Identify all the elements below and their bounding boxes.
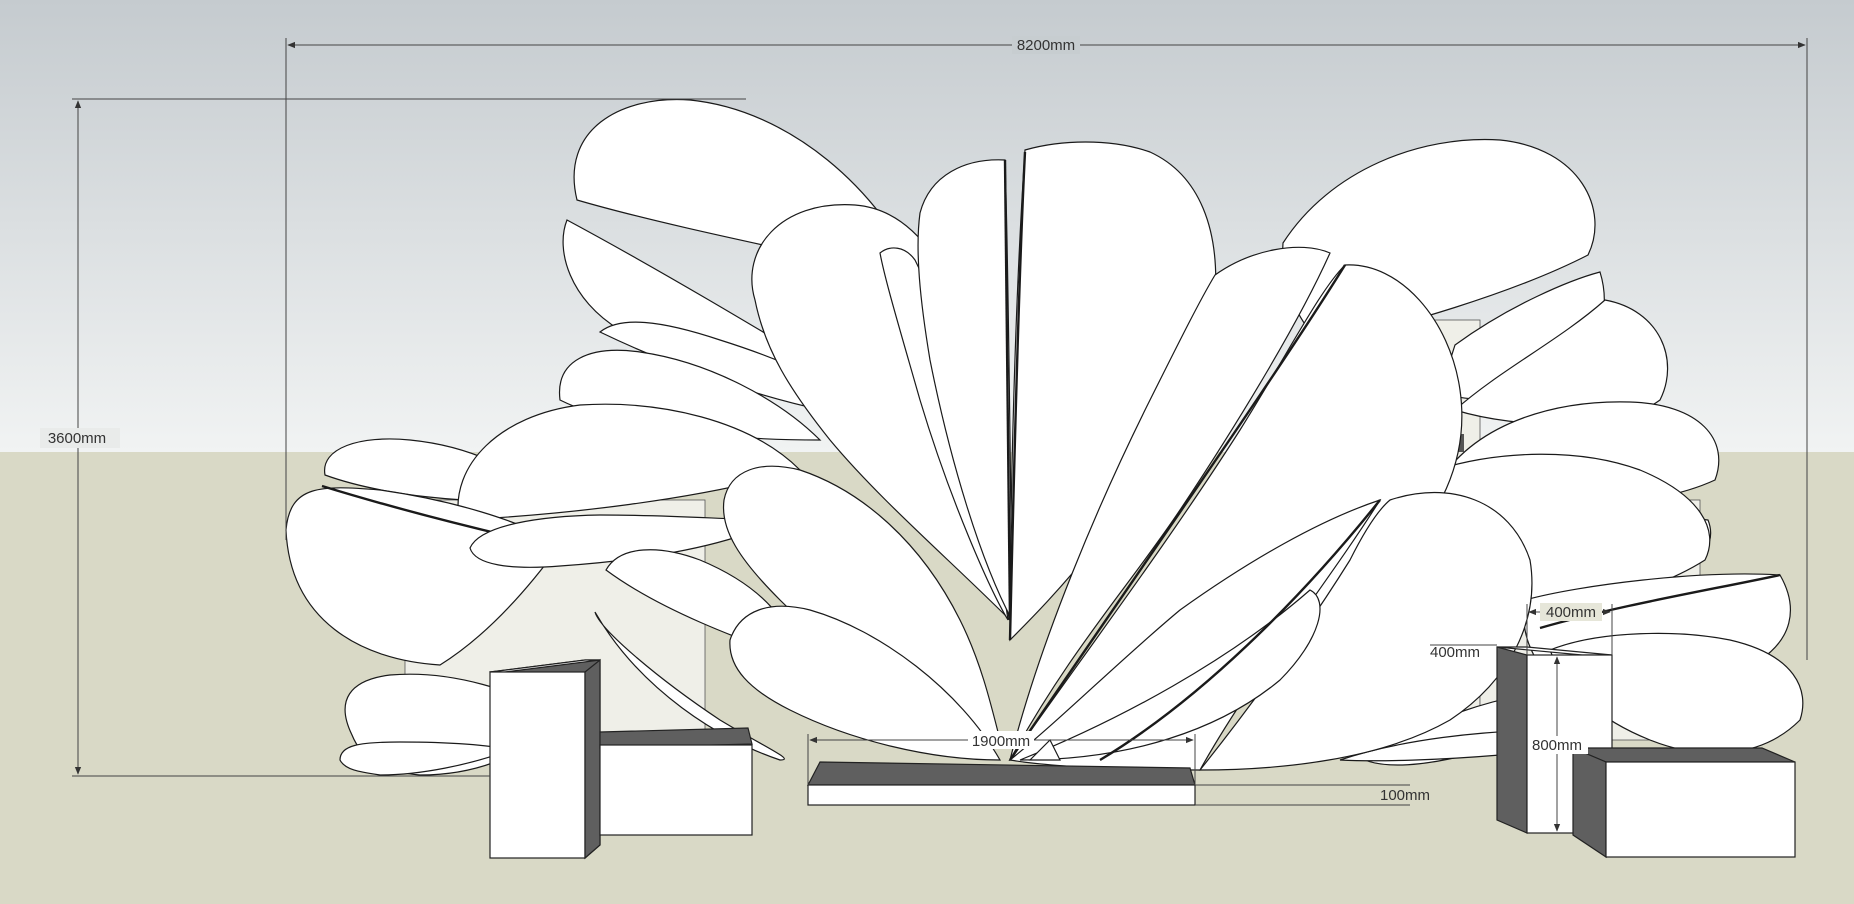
dimension-label-height: 3600mm bbox=[48, 430, 106, 447]
dimension-label-base-height: 100mm bbox=[1380, 787, 1430, 804]
dimension-label-base-width: 1900mm bbox=[972, 733, 1030, 750]
base-plinth bbox=[807, 761, 1196, 806]
sculpture-elevation-drawing: 8200mm 3600mm 1900mm 100mm 400mm 400mm 8… bbox=[0, 0, 1854, 904]
stool-left-low bbox=[599, 727, 753, 836]
dimension-label-stool-depth: 400mm bbox=[1430, 644, 1480, 661]
dimension-label-stool-height: 800mm bbox=[1532, 737, 1582, 754]
stool-left-tall bbox=[489, 658, 601, 860]
dimension-label-stool-width: 400mm bbox=[1546, 604, 1596, 621]
stool-right-low bbox=[1572, 747, 1796, 859]
dimension-label-width: 8200mm bbox=[1017, 37, 1075, 54]
